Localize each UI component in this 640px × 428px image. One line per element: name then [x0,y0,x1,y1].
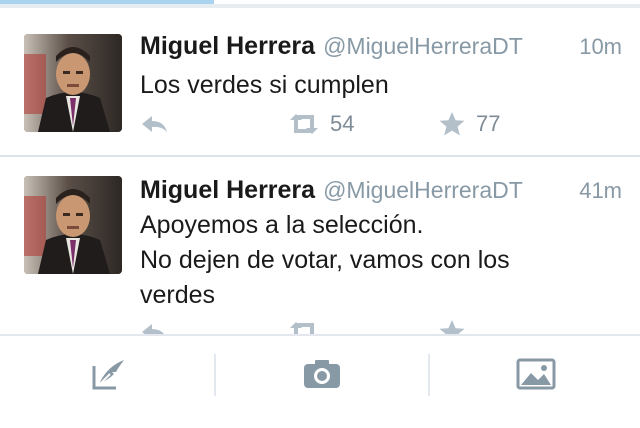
tweet-actions: 54 77 [140,110,620,140]
tweet-separator [0,155,640,157]
reply-button[interactable] [140,320,170,334]
image-button[interactable] [506,354,566,394]
tweet-timestamp[interactable]: 10m [579,34,622,60]
reply-icon [142,324,165,334]
retweet-count: 54 [330,111,355,136]
retweet-button[interactable] [286,318,330,334]
favorite-button[interactable]: 77 [438,110,500,138]
favorite-button[interactable] [438,318,476,334]
tweet-header: Miguel Herrera @MiguelHerreraDT 41m [140,176,622,210]
reply-button[interactable] [140,112,170,136]
retweet-button[interactable]: 54 [286,110,354,138]
tweet-header: Miguel Herrera @MiguelHerreraDT 10m [140,32,622,66]
author-name[interactable]: Miguel Herrera [140,176,315,204]
avatar[interactable] [24,34,122,132]
star-icon [439,112,465,136]
tweet-text-line: Los verdes si cumplen [140,71,389,99]
compose-button[interactable] [80,354,140,394]
avatar[interactable] [24,176,122,274]
image-icon [516,358,556,390]
loading-progress-bar [0,0,214,4]
tweet-text-line: No dejen de votar, vamos con los [140,246,510,274]
bottom-toolbar [0,334,640,428]
author-handle[interactable]: @MiguelHerreraDT [323,177,523,203]
favorite-count: 77 [476,111,501,136]
camera-icon [304,360,340,388]
tweet[interactable]: Miguel Herrera @MiguelHerreraDT 10m Los v… [0,10,640,154]
camera-button[interactable] [292,354,352,394]
reply-icon [142,116,167,132]
author-handle[interactable]: @MiguelHerreraDT [323,33,523,59]
retweet-icon [290,322,314,334]
top-separator [0,4,640,8]
toolbar-divider [428,354,430,396]
tweet[interactable]: Miguel Herrera @MiguelHerreraDT 41m Apoye… [0,158,640,334]
tweet-text-line: Apoyemos a la selección. [140,211,424,239]
author-name[interactable]: Miguel Herrera [140,32,315,60]
tweet-text: Apoyemos a la selección. No dejen de vot… [140,208,620,313]
retweet-icon [290,114,318,134]
tweet-timestamp[interactable]: 41m [579,178,622,204]
compose-icon [92,360,124,390]
toolbar-divider [214,354,216,396]
star-icon [439,320,465,334]
tweet-text-line: verdes [140,281,216,309]
tweet-text: Los verdes si cumplen [140,68,620,103]
tweet-actions [140,318,620,334]
